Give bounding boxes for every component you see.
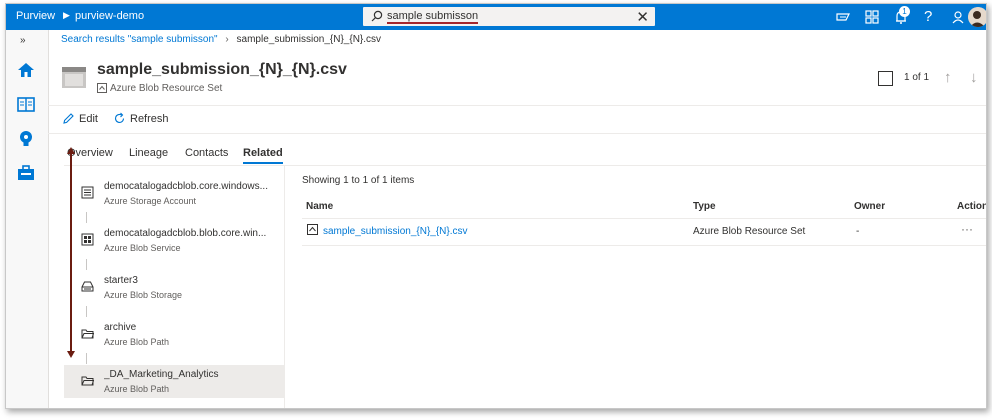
pencil-icon	[63, 113, 74, 124]
resource-set-type-icon	[97, 83, 107, 93]
home-icon[interactable]	[16, 60, 36, 80]
tab-related[interactable]: Related	[243, 147, 283, 164]
table-row-type: Azure Blob Resource Set	[693, 226, 806, 237]
hierarchy-item-selected[interactable]: _DA_Marketing_Analytics Azure Blob Path	[64, 365, 284, 398]
notification-count-badge: 1	[899, 6, 910, 17]
next-result-icon[interactable]: ↓	[970, 69, 978, 86]
insights-lightbulb-icon[interactable]	[16, 129, 36, 149]
hierarchy-connector	[86, 212, 87, 223]
tab-contacts[interactable]: Contacts	[185, 147, 228, 159]
column-header-owner[interactable]: Owner	[854, 201, 885, 212]
hierarchy-item-name: archive	[104, 322, 137, 333]
expand-nav-icon[interactable]: »	[20, 35, 25, 46]
refresh-icon	[114, 112, 125, 124]
resource-set-row-icon	[307, 224, 318, 235]
hierarchy-connector	[86, 306, 87, 317]
hierarchy-connector	[86, 259, 87, 270]
select-checkbox[interactable]	[878, 71, 893, 86]
hierarchy-item-type: Azure Blob Storage	[104, 290, 183, 300]
search-icon	[371, 10, 383, 22]
previous-result-icon[interactable]: ↑	[944, 69, 952, 86]
command-toolbar: Edit Refresh	[48, 105, 986, 134]
workspace-name[interactable]: purview-demo	[75, 10, 144, 22]
blob-service-icon	[81, 233, 94, 246]
management-toolbox-icon[interactable]	[16, 163, 36, 183]
container-icon	[81, 281, 94, 292]
global-search-box[interactable]: sample submisson ✕	[363, 7, 655, 26]
hierarchy-item[interactable]: democatalogadcblob.blob.core.win... Azur…	[64, 224, 284, 257]
column-header-actions: Actions	[957, 201, 986, 212]
resource-set-icon	[62, 67, 86, 88]
asset-hierarchy-panel: democatalogadcblob.core.windows... Azure…	[64, 166, 285, 408]
breadcrumb-current: sample_submission_{N}_{N}.csv	[236, 34, 382, 45]
page-title: sample_submission_{N}_{N}.csv	[97, 61, 347, 78]
refresh-button[interactable]: Refresh	[113, 112, 169, 125]
hierarchy-item-type: Azure Blob Path	[104, 384, 170, 394]
hierarchy-item-type: Azure Storage Account	[104, 196, 197, 206]
tab-lineage[interactable]: Lineage	[129, 147, 168, 159]
edit-button[interactable]: Edit	[62, 112, 98, 125]
table-row-name-link[interactable]: sample_submission_{N}_{N}.csv	[323, 226, 468, 237]
left-navigation: »	[6, 30, 49, 408]
folder-icon	[81, 329, 94, 339]
asset-type-text: Azure Blob Resource Set	[110, 83, 223, 94]
hierarchy-item[interactable]: starter3 Azure Blob Storage	[64, 271, 284, 304]
hierarchy-item[interactable]: archive Azure Blob Path	[64, 318, 284, 351]
app-title[interactable]: Purview	[16, 10, 55, 22]
table-row-owner: -	[856, 226, 860, 237]
edit-button-label: Edit	[79, 113, 98, 125]
row-actions-more-icon[interactable]: ···	[961, 222, 973, 236]
hierarchy-item-type: Azure Blob Path	[104, 337, 170, 347]
table-row-divider	[302, 245, 986, 246]
chevron-right-icon: ▶	[63, 10, 70, 20]
annotation-double-arrow	[67, 147, 75, 358]
account-feedback-icon[interactable]	[950, 9, 966, 25]
hierarchy-item-name: democatalogadcblob.blob.core.win...	[104, 228, 267, 239]
hierarchy-connector	[86, 353, 87, 364]
hierarchy-item-name: starter3	[104, 275, 138, 286]
pager-text: 1 of 1	[904, 72, 930, 83]
hierarchy-item[interactable]: democatalogadcblob.core.windows... Azure…	[64, 177, 284, 210]
breadcrumb-chevron-icon: ›	[225, 34, 229, 45]
breadcrumb-search-results-link[interactable]: Search results "sample submisson"	[61, 34, 218, 45]
clear-search-icon[interactable]: ✕	[636, 8, 649, 26]
hierarchy-item-type: Azure Blob Service	[104, 243, 181, 253]
column-header-name[interactable]: Name	[306, 201, 333, 212]
breadcrumb: Search results "sample submisson" › samp…	[61, 34, 381, 45]
refresh-button-label: Refresh	[130, 113, 169, 125]
app-window: Purview ▶ purview-demo sample submisson …	[5, 3, 987, 409]
table-header-divider	[302, 218, 986, 219]
folder-icon	[81, 376, 94, 386]
hierarchy-item-name: _DA_Marketing_Analytics	[104, 369, 219, 380]
search-input[interactable]: sample submisson	[387, 10, 479, 24]
results-count: Showing 1 to 1 of 1 items	[302, 175, 415, 186]
user-avatar[interactable]	[968, 7, 986, 27]
switch-directory-icon[interactable]	[864, 9, 880, 25]
data-catalog-icon[interactable]	[16, 94, 36, 114]
top-bar: Purview ▶ purview-demo sample submisson …	[6, 4, 986, 30]
asset-type-label: Azure Blob Resource Set	[97, 83, 222, 94]
help-icon[interactable]: ?	[924, 8, 932, 25]
hierarchy-item-name: democatalogadcblob.core.windows...	[104, 181, 268, 192]
column-header-type[interactable]: Type	[693, 201, 716, 212]
storage-account-icon	[81, 186, 94, 199]
feedback-icon[interactable]	[835, 9, 851, 25]
